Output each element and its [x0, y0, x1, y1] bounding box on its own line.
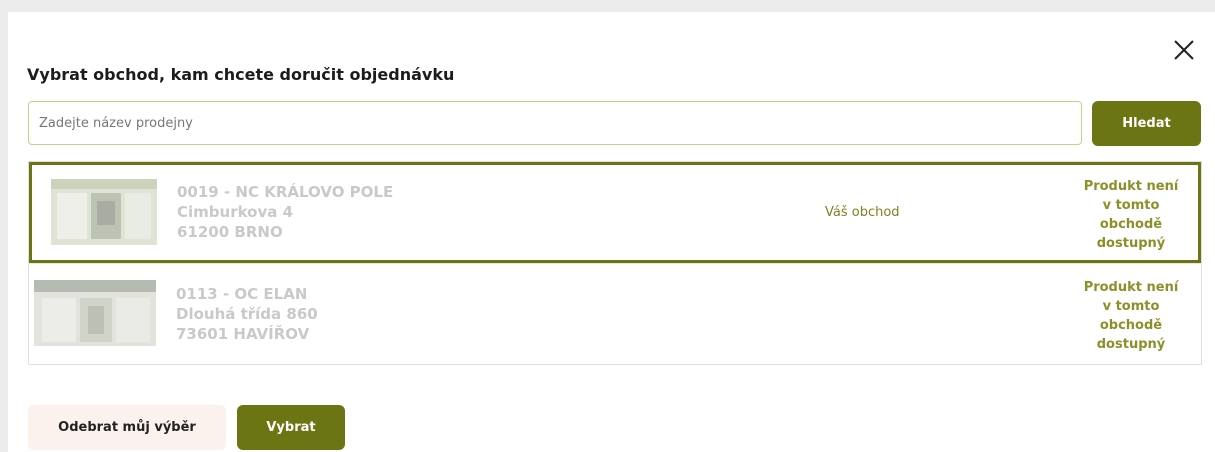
store-photo	[34, 280, 156, 346]
availability-line: dostupný	[1096, 236, 1166, 251]
store-street: Cimburkova 4	[177, 203, 294, 221]
store-row-elan[interactable]: 0113 - OC ELAN Dlouhá třída 860 73601 HA…	[29, 263, 1201, 364]
availability-line: obchodě	[1099, 318, 1163, 333]
choose-button[interactable]: Vybrat	[237, 405, 345, 450]
availability-line: obchodě	[1099, 217, 1163, 232]
store-address: 0019 - NC KRÁLOVO POLE Cimburkova 4 6120…	[177, 182, 393, 242]
store-picker-dialog: Vybrat obchod, kam chcete doručit objedn…	[8, 12, 1215, 452]
availability-line: dostupný	[1096, 337, 1166, 352]
store-name: 0019 - NC KRÁLOVO POLE	[177, 183, 394, 201]
store-name: 0113 - OC ELAN	[176, 285, 308, 303]
close-icon[interactable]	[1171, 37, 1197, 63]
search-button[interactable]: Hledat	[1092, 101, 1201, 146]
your-store-label: Váš obchod	[825, 205, 900, 220]
availability-line: v tomto	[1102, 299, 1160, 314]
store-address: 0113 - OC ELAN Dlouhá třída 860 73601 HA…	[176, 284, 318, 344]
availability-line: Produkt není	[1083, 280, 1179, 295]
store-city: 73601 HAVÍŘOV	[176, 325, 310, 343]
store-search-input[interactable]	[28, 101, 1082, 145]
availability-line: Produkt není	[1083, 179, 1179, 194]
store-city: 61200 BRNO	[177, 223, 283, 241]
availability-status: Produkt není v tomto obchodě dostupný	[1076, 278, 1186, 354]
availability-line: v tomto	[1102, 198, 1160, 213]
store-row-kralovo-pole[interactable]: 0019 - NC KRÁLOVO POLE Cimburkova 4 6120…	[29, 162, 1201, 263]
availability-status: Produkt není v tomto obchodě dostupný	[1076, 177, 1186, 253]
store-list: 0019 - NC KRÁLOVO POLE Cimburkova 4 6120…	[28, 161, 1202, 365]
store-photo	[51, 179, 157, 245]
dialog-title: Vybrat obchod, kam chcete doručit objedn…	[27, 65, 455, 84]
store-street: Dlouhá třída 860	[176, 305, 318, 323]
remove-selection-button[interactable]: Odebrat můj výběr	[28, 405, 226, 450]
